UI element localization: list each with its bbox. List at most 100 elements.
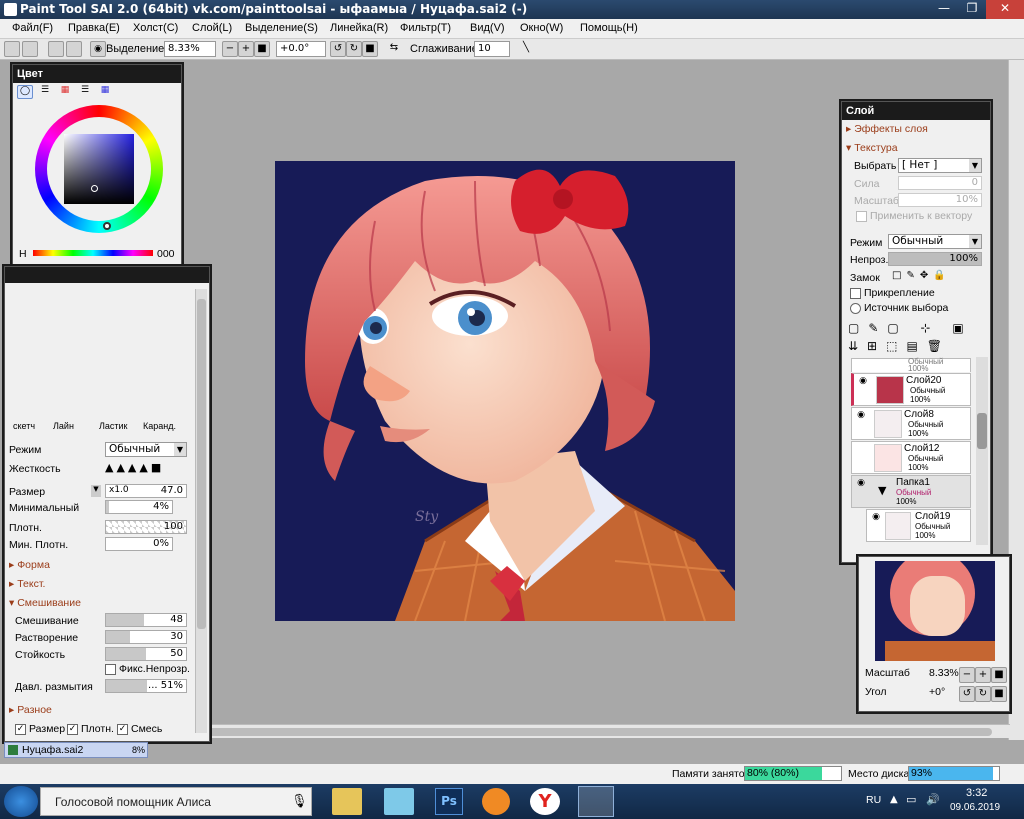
rotate-right-icon[interactable]: ↻ xyxy=(346,41,362,57)
language-indicator[interactable]: RU xyxy=(866,794,881,806)
nav-zoom-in-icon[interactable]: + xyxy=(975,667,991,683)
menu-ruler[interactable]: Линейка(R) xyxy=(330,22,388,34)
zoom-reset-icon[interactable]: ■ xyxy=(254,41,270,57)
clock-date[interactable]: 09.06.2019 xyxy=(950,802,1000,813)
nav-rotate-left-icon[interactable]: ↺ xyxy=(959,686,975,702)
layer-row-20[interactable]: ◉ Слой20 Обычный 100% xyxy=(851,373,971,406)
layer-effects-section[interactable]: ▸ Эффекты слоя xyxy=(846,123,928,135)
volume-icon[interactable]: 🔊 xyxy=(926,793,940,806)
network-icon[interactable]: ▭ xyxy=(906,793,916,806)
color-wheel-tab-icon[interactable]: ◯ xyxy=(17,85,33,99)
visibility-eye-icon[interactable]: ◉ xyxy=(854,478,868,491)
swatches-tab-icon[interactable]: ▦ xyxy=(97,85,113,99)
menu-layer[interactable]: Слой(L) xyxy=(192,22,232,34)
zoom-in-icon[interactable]: + xyxy=(238,41,254,57)
misc-section[interactable]: ▸ Разное xyxy=(9,704,52,716)
rotate-left-icon[interactable]: ↺ xyxy=(330,41,346,57)
rotation-field[interactable]: +0.0° xyxy=(276,41,326,57)
layer-mode-dropdown[interactable]: Обычный ▼ xyxy=(888,234,982,249)
persistence-slider[interactable]: 50 xyxy=(105,647,187,661)
fix-opacity-checkbox[interactable] xyxy=(105,664,116,675)
mode-dropdown[interactable]: Обычный ▼ xyxy=(105,442,187,457)
nav-zoom-reset-icon[interactable]: ■ xyxy=(991,667,1007,683)
close-button[interactable]: ✕ xyxy=(986,0,1024,19)
redo-icon[interactable] xyxy=(22,41,38,57)
menu-file[interactable]: Файл(F) xyxy=(12,22,53,34)
tool-pencil[interactable]: Каранд. xyxy=(143,421,176,431)
sv-square[interactable] xyxy=(64,134,134,204)
layer-list-scrollbar[interactable] xyxy=(976,357,988,545)
maximize-button[interactable]: ❐ xyxy=(958,0,986,19)
texture-section[interactable]: ▸ Текст. xyxy=(9,578,45,590)
rgb-slider-tab-icon[interactable]: ☰ xyxy=(37,85,53,99)
file-explorer-icon[interactable] xyxy=(332,788,362,815)
eye-icon[interactable]: ◉ xyxy=(90,41,106,57)
media-app-icon[interactable] xyxy=(384,788,414,815)
layer-tools-row1[interactable]: ▢✎▢ ⊹ ▣ xyxy=(848,321,984,339)
blur-slider[interactable]: ... 51% xyxy=(105,679,187,693)
layer-row-19[interactable]: ◉ Слой19 Обычный 100% xyxy=(866,509,971,542)
rotate-reset-icon[interactable]: ■ xyxy=(362,41,378,57)
menu-view[interactable]: Вид(V) xyxy=(470,22,505,34)
size-menu-icon[interactable]: ▼ xyxy=(91,485,101,497)
visibility-eye-icon[interactable]: ◉ xyxy=(854,410,868,423)
show-hidden-icons-icon[interactable]: ▲ xyxy=(890,794,898,805)
nav-rotate-right-icon[interactable]: ↻ xyxy=(975,686,991,702)
scroll-thumb[interactable] xyxy=(192,728,992,736)
microphone-icon[interactable]: 🎙 xyxy=(291,794,308,809)
texture-select-dropdown[interactable]: [ Нет ] ▼ xyxy=(898,158,982,173)
tool-line[interactable]: Лайн xyxy=(53,421,74,431)
layer-texture-section[interactable]: ▾ Текстура xyxy=(846,142,898,154)
flip-icon[interactable]: ⇆ xyxy=(386,41,402,57)
menu-filter[interactable]: Фильтр(T) xyxy=(400,22,451,34)
nav-zoom-out-icon[interactable]: − xyxy=(959,667,975,683)
visibility-eye-icon[interactable]: ◉ xyxy=(869,512,883,525)
min-size-slider[interactable]: 4% xyxy=(105,500,173,514)
invert-selection-icon[interactable] xyxy=(66,41,82,57)
size-checkbox[interactable]: ✓ xyxy=(15,724,26,735)
mixer-tab-icon[interactable]: ☰ xyxy=(77,85,93,99)
zoom-out-icon[interactable]: − xyxy=(222,41,238,57)
vertical-scrollbar[interactable] xyxy=(1008,60,1024,740)
hsv-slider-tab-icon[interactable]: ▦ xyxy=(57,85,73,99)
density-slider[interactable]: 100 xyxy=(105,520,187,534)
paint-tool-sai-taskbar-icon[interactable] xyxy=(578,786,614,817)
dilution-slider[interactable]: 30 xyxy=(105,630,187,644)
nav-angle-value[interactable]: +0° xyxy=(929,686,945,698)
tool-eraser[interactable]: Ластик xyxy=(99,421,128,431)
document-tab[interactable]: Нуцафа.sai2 8% xyxy=(4,742,148,758)
sv-marker[interactable] xyxy=(91,185,98,192)
clip-checkbox[interactable] xyxy=(850,288,861,299)
photoshop-icon[interactable]: Ps xyxy=(435,788,463,815)
layer-row-12[interactable]: Слой12 Обычный 100% xyxy=(851,441,971,474)
visibility-eye-icon[interactable]: ◉ xyxy=(856,376,870,389)
layer-row-folder[interactable]: ◉ ▼ Папка1 Обычный 100% xyxy=(851,475,971,508)
zoom-field[interactable]: 8.33% xyxy=(164,41,216,57)
yandex-browser-icon[interactable]: Y xyxy=(530,788,560,815)
hardness-presets[interactable]: ▲▲▲▲■ xyxy=(105,461,187,475)
h-slider[interactable] xyxy=(33,250,153,256)
menu-canvas[interactable]: Холст(C) xyxy=(133,22,178,34)
voice-assistant-search[interactable]: Голосовой помощник Алиса 🎙 xyxy=(40,787,312,816)
source-checkbox[interactable] xyxy=(850,303,861,314)
smoothing-field[interactable]: 10 xyxy=(474,41,510,57)
deselect-icon[interactable] xyxy=(48,41,64,57)
clock-time[interactable]: 3:32 xyxy=(966,787,987,799)
menu-edit[interactable]: Правка(E) xyxy=(68,22,120,34)
density-checkbox[interactable]: ✓ xyxy=(67,724,78,735)
h-value[interactable]: 000 xyxy=(157,248,175,260)
navigator-preview[interactable] xyxy=(875,561,995,661)
nav-rotate-reset-icon[interactable]: ■ xyxy=(991,686,1007,702)
hue-wheel[interactable] xyxy=(35,105,163,233)
video-player-icon[interactable] xyxy=(482,788,510,815)
hue-marker[interactable] xyxy=(103,222,111,230)
layer-tools-row2[interactable]: ⇊⊞⬚▤🗑 xyxy=(848,339,984,357)
lock-icons[interactable]: □✎✥🔒 xyxy=(892,270,954,281)
visibility-eye-icon[interactable] xyxy=(854,444,868,457)
blending-section[interactable]: ▾ Смешивание xyxy=(9,597,81,609)
tool-sketch[interactable]: скетч xyxy=(13,421,35,431)
menu-selection[interactable]: Выделение(S) xyxy=(245,22,318,34)
artwork-canvas[interactable]: Sty xyxy=(275,161,735,621)
form-section[interactable]: ▸ Форма xyxy=(9,559,50,571)
size-slider[interactable]: x1.0 47.0 xyxy=(105,484,187,498)
